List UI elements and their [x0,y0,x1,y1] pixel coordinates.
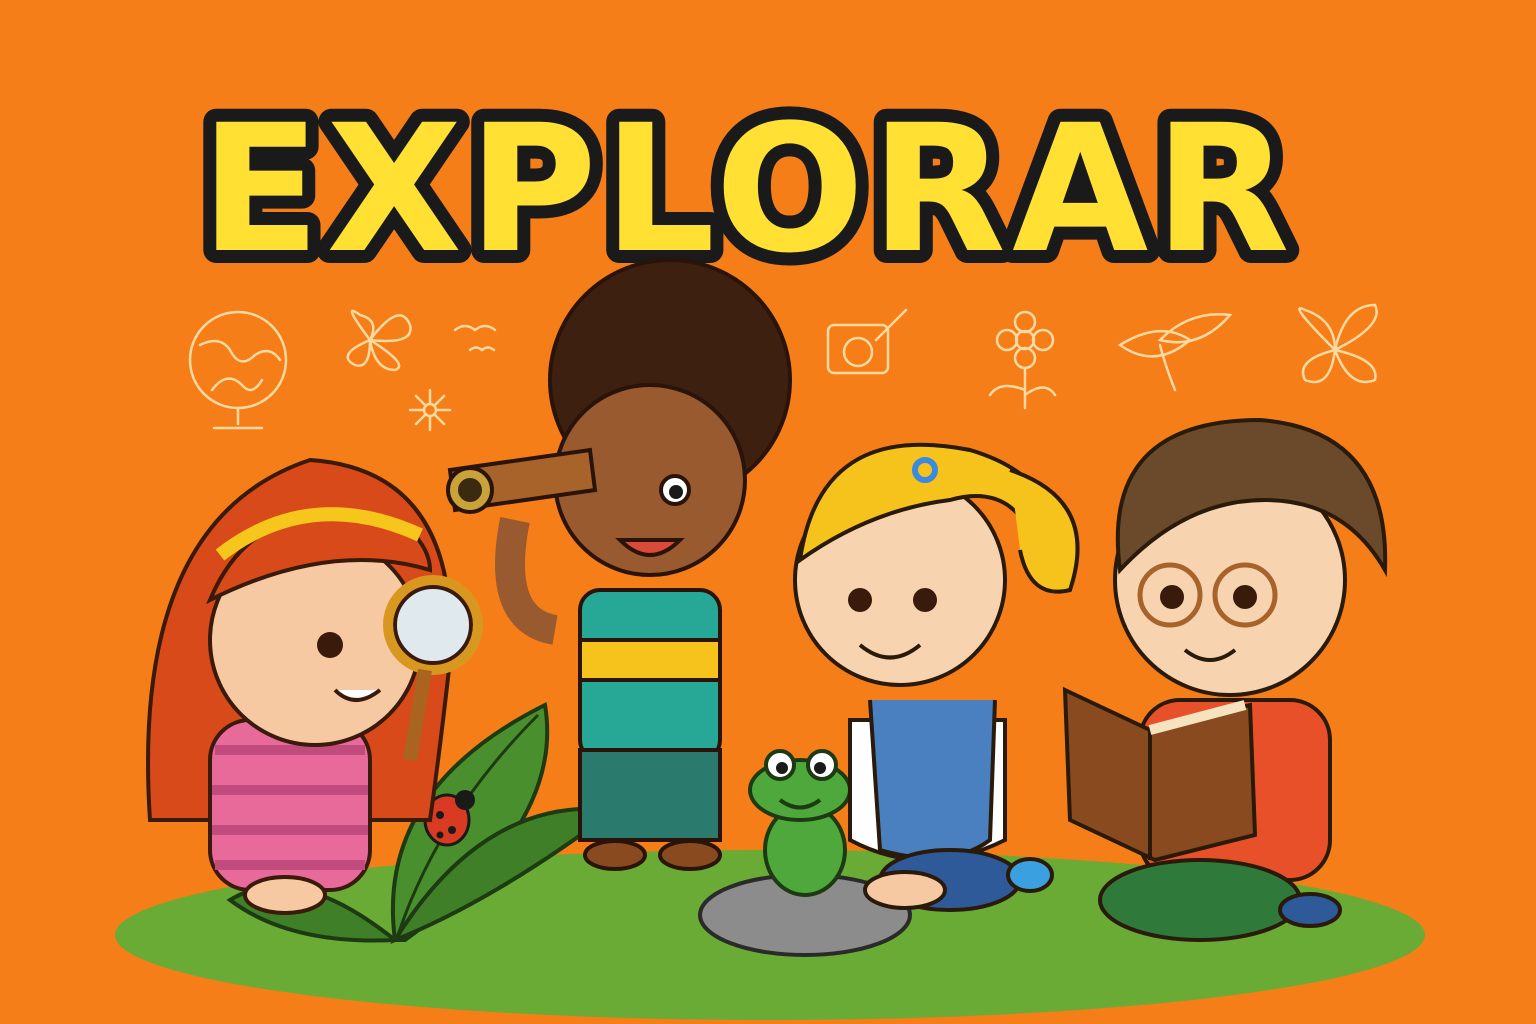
flower-icon [988,310,1057,410]
butterfly-icon [346,309,412,372]
butterfly-icon [1298,303,1378,384]
boy-with-book [1062,417,1388,942]
scene [115,258,1425,1020]
leaf-icon [1117,313,1233,392]
bird-icon [453,324,497,352]
flower-icon [408,388,452,432]
globe-icon [188,310,288,430]
explorar-illustration: EXPLORAR [0,0,1536,1024]
camera-icon [826,308,908,375]
